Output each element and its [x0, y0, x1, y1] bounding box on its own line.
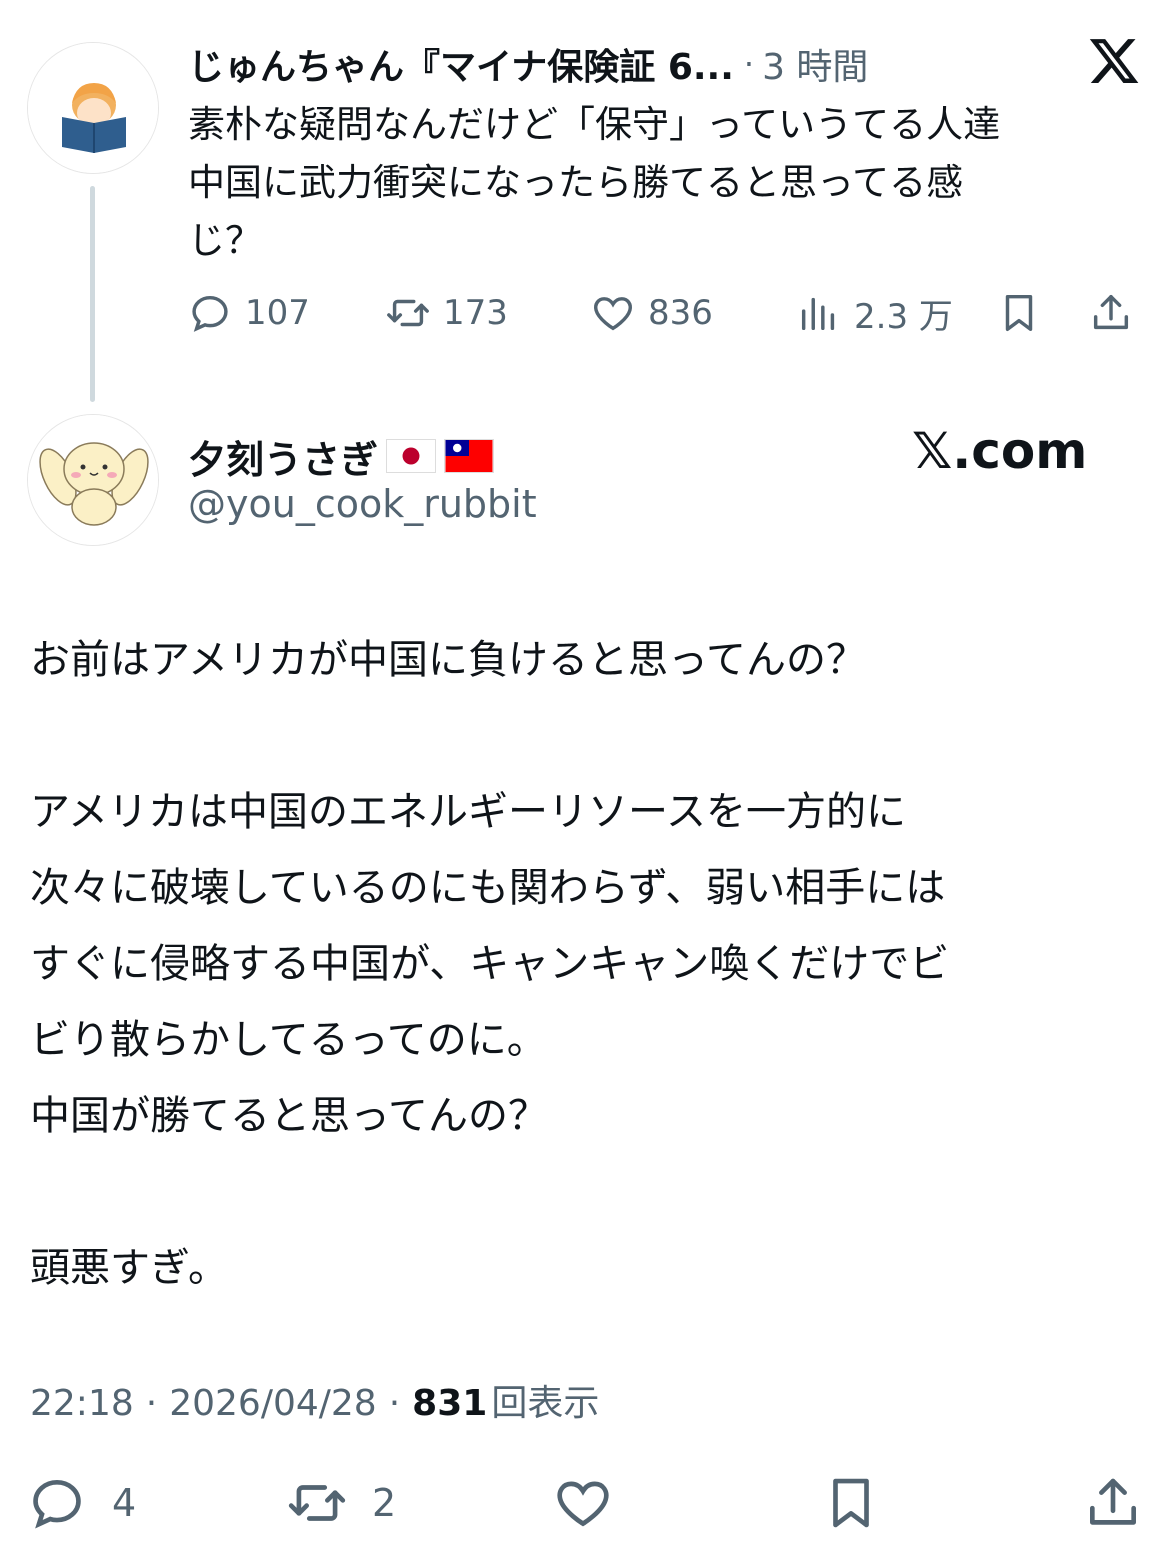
main-tweet-text: お前はアメリカが中国に負けると思ってんの？ アメリカは中国のエネルギーリソースを… — [30, 622, 1140, 1306]
main-bookmark-button[interactable] — [820, 1470, 882, 1536]
reply-icon — [33, 1480, 81, 1529]
parent-reply-button[interactable]: 107 — [187, 288, 310, 338]
tweet-time[interactable]: 22:18 — [30, 1383, 134, 1424]
tweet-views-count: 831 — [412, 1383, 488, 1424]
x-logo-icon[interactable] — [1086, 34, 1142, 88]
text-line: すぐに侵略する中国が、キャンキャン喚くだけでビ — [30, 941, 950, 987]
tweet-meta-row: 22:18 · 2026/04/28 · 831 回表示 — [30, 1374, 599, 1426]
text-line — [30, 698, 1140, 774]
tweet-views-label: 回表示 — [491, 1383, 600, 1424]
text-line: ビり散らかしてるってのに。 — [30, 1017, 547, 1063]
text-line: 頭悪すぎ。 — [30, 1245, 228, 1291]
parent-share-button[interactable] — [1088, 288, 1134, 338]
text-line: じ？ — [188, 219, 262, 262]
retweet-count: 2 — [372, 1481, 397, 1525]
bunny-avatar-icon — [28, 415, 158, 545]
main-reply-button[interactable]: 4 — [26, 1470, 136, 1536]
meta-separator: · — [388, 1383, 401, 1424]
tweet-date[interactable]: 2026/04/28 — [169, 1383, 377, 1424]
parent-views-button[interactable]: 2.3 万 — [796, 288, 953, 338]
taiwan-flag-icon — [444, 439, 495, 473]
text-line: アメリカは中国のエネルギーリソースを一方的に — [30, 789, 906, 835]
parent-tweet-text: 素朴な疑問なんだけど「保守」っていうてる人達 中国に武力衝突になったら勝てると思… — [188, 96, 1138, 270]
parent-author-name[interactable]: じゅんちゃん『マイナ保険証 6... — [188, 38, 734, 90]
parent-like-button[interactable]: 836 — [590, 288, 713, 338]
main-author-name[interactable]: 夕刻うさぎ — [188, 429, 378, 484]
text-line — [30, 1154, 1140, 1230]
views-icon — [801, 297, 835, 331]
share-icon — [1093, 294, 1129, 330]
bookmark-icon — [833, 1478, 869, 1528]
main-share-button[interactable] — [1082, 1470, 1144, 1536]
main-author-avatar[interactable] — [27, 414, 159, 546]
parent-author-avatar[interactable] — [27, 42, 159, 174]
reply-icon — [192, 295, 228, 332]
text-line: 次々に破壊しているのにも関わらず、弱い相手には — [30, 865, 946, 911]
parent-tweet-header: じゅんちゃん『マイナ保険証 6... · 3 時間 — [188, 36, 1068, 92]
text-line: 中国に武力衝突になったら勝てると思ってる感 — [188, 161, 964, 204]
text-line: お前はアメリカが中国に負けると思ってんの？ — [30, 637, 866, 683]
like-icon — [557, 1481, 609, 1527]
main-retweet-button[interactable]: 2 — [286, 1470, 396, 1536]
main-author-handle[interactable]: @you_cook_rubbit — [188, 482, 537, 526]
text-line: 素朴な疑問なんだけど「保守」っていうてる人達 — [188, 103, 1001, 146]
thread-connector-line — [90, 186, 95, 402]
parent-bookmark-button[interactable] — [996, 288, 1042, 338]
like-icon — [594, 297, 632, 331]
retweet-count: 173 — [443, 293, 508, 333]
main-like-button[interactable] — [552, 1470, 614, 1536]
parent-retweet-button[interactable]: 173 — [385, 288, 508, 338]
x-com-label: 𝕏.com — [912, 422, 1088, 480]
parent-tweet-time[interactable]: 3 時間 — [762, 38, 868, 90]
header-separator: · — [743, 45, 755, 83]
reading-girl-avatar-icon — [28, 43, 158, 173]
like-count: 836 — [648, 293, 713, 333]
japan-flag-icon — [386, 439, 437, 473]
reply-count: 107 — [245, 293, 310, 333]
reply-count: 4 — [112, 1481, 137, 1525]
bookmark-icon — [1005, 294, 1033, 332]
views-count: 2.3 万 — [854, 296, 953, 337]
share-icon — [1090, 1478, 1136, 1525]
text-line: 中国が勝てると思ってんの？ — [30, 1093, 548, 1139]
retweet-icon — [387, 299, 429, 327]
main-author-name-row: 夕刻うさぎ — [188, 426, 495, 486]
meta-separator: · — [145, 1383, 158, 1424]
retweet-icon — [288, 1485, 346, 1521]
